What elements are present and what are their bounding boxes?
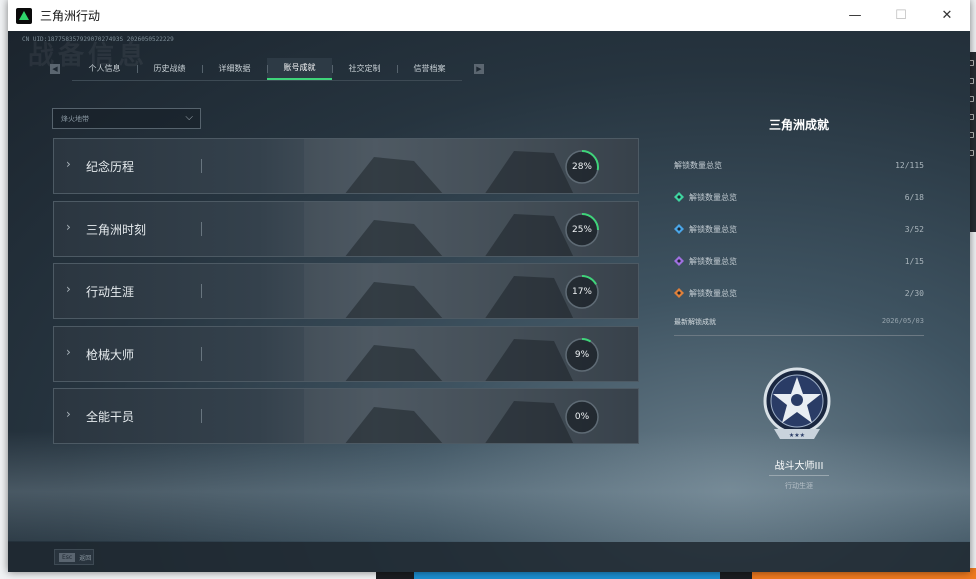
category-percent: 17%: [571, 287, 592, 297]
chevron-right-icon: ›: [66, 219, 71, 234]
window-title: 三角洲行动: [40, 9, 101, 23]
summary-tier-label: 解锁数量总览: [689, 288, 737, 298]
tab-personal-info[interactable]: 个人信息: [72, 58, 137, 80]
summary-tier-row: 解锁数量总览 1/15: [674, 245, 924, 277]
category-percent: 25%: [571, 224, 592, 235]
latest-achievement-header: 最新解锁成就 2026/05/03: [674, 317, 924, 336]
tab-achievements[interactable]: 账号成就: [267, 57, 332, 80]
summary-tier-value: 1/15: [904, 256, 924, 266]
summary-total-label: 解锁数量总览: [674, 160, 722, 170]
back-button[interactable]: Esc 返回: [54, 549, 94, 565]
tab-group: 个人信息 历史战绩 详细数据 账号成就 社交定制 信誉档案: [72, 57, 462, 81]
purple-tier-icon: [674, 256, 684, 266]
achievement-category-list: › 纪念历程 28% › 三角洲时刻 25% › 行动生涯 17% › 枪械大师 9% › 全能干员 0%: [53, 138, 639, 451]
category-separator: [201, 409, 202, 423]
close-button[interactable]: ✕: [924, 0, 970, 31]
mode-dropdown[interactable]: 烽火地带 ⌵: [52, 108, 201, 129]
chevron-right-icon: ›: [66, 407, 71, 421]
medal-badge-icon[interactable]: ★★★: [762, 367, 832, 447]
main-content: 战备信息 CN UID:18775835792907027493S 202605…: [8, 31, 970, 572]
category-separator: [201, 346, 202, 361]
latest-heading: 最新解锁成就: [674, 318, 716, 326]
category-separator: [201, 221, 202, 236]
summary-tier-label: 解锁数量总览: [689, 256, 737, 266]
achievement-category-row[interactable]: › 枪械大师 9%: [53, 325, 639, 382]
category-percent: 9%: [574, 349, 590, 360]
category-name: 枪械大师: [86, 347, 135, 362]
achievement-category-row[interactable]: › 全能干员 0%: [53, 388, 639, 444]
minimize-button[interactable]: —: [832, 0, 878, 31]
title-bar[interactable]: 三角洲行动 — ☐ ✕: [8, 0, 970, 31]
back-label: 返回: [79, 554, 92, 562]
tab-prev-icon[interactable]: ◀: [50, 64, 60, 74]
summary-tier-value: 6/18: [904, 192, 924, 202]
category-percent: 0%: [574, 412, 590, 422]
category-name: 纪念历程: [86, 160, 135, 174]
category-separator: [201, 159, 202, 173]
achievement-category-row[interactable]: › 三角洲时刻 25%: [53, 200, 639, 257]
summary-tier-row: 解锁数量总览 6/18: [674, 181, 924, 213]
achievement-summary-panel: 三角洲成就 解锁数量总览 12/115 解锁数量总览 6/18 解锁数量总览 3/52…: [674, 111, 924, 309]
chevron-right-icon: ›: [66, 157, 71, 171]
category-name: 全能干员: [86, 410, 135, 424]
tab-social[interactable]: 社交定制: [332, 58, 397, 80]
tab-next-icon[interactable]: ▶: [474, 64, 484, 74]
category-name: 行动生涯: [86, 285, 135, 299]
summary-tier-value: 3/52: [904, 224, 924, 234]
svg-text:★★★: ★★★: [789, 432, 805, 439]
latest-achievement-panel: 最新解锁成就 2026/05/03 ★★★ 战斗大师III 行动生涯: [674, 317, 924, 490]
medal-name: 战斗大师III: [774, 461, 824, 472]
maximize-button[interactable]: ☐: [878, 0, 924, 31]
medal-category: 行动生涯: [785, 482, 813, 490]
tab-detailed-data[interactable]: 详细数据: [202, 58, 267, 80]
user-uid: CN UID:18775835792907027493S 20260505222…: [22, 36, 174, 43]
mode-dropdown-value: 烽火地带: [61, 114, 89, 123]
footer-bar: Esc 返回: [8, 542, 970, 572]
chevron-right-icon: ›: [66, 344, 71, 359]
category-percent: 28%: [571, 162, 592, 172]
category-separator: [201, 284, 202, 298]
tab-bar: ◀ 个人信息 历史战绩 详细数据 账号成就 社交定制 信誉档案 ▶: [50, 57, 484, 81]
orange-tier-icon: [674, 288, 684, 298]
esc-key-label: Esc: [59, 552, 76, 562]
summary-total-value: 12/115: [895, 160, 924, 170]
green-tier-icon: [674, 192, 684, 202]
app-logo-icon: [16, 7, 32, 24]
achievement-category-row[interactable]: › 纪念历程 28%: [53, 138, 639, 194]
achievement-category-row[interactable]: › 行动生涯 17%: [53, 263, 639, 319]
summary-tier-row: 解锁数量总览 2/30: [674, 277, 924, 309]
summary-tier-row: 解锁数量总览 3/52: [674, 213, 924, 245]
summary-total-row: 解锁数量总览 12/115: [674, 149, 924, 181]
window-controls: — ☐ ✕: [832, 0, 970, 31]
medal-divider: [769, 475, 829, 476]
category-name: 三角洲时刻: [86, 222, 147, 237]
summary-tier-label: 解锁数量总览: [689, 224, 737, 234]
summary-title: 三角洲成就: [768, 118, 829, 132]
chevron-right-icon: ›: [66, 282, 71, 296]
blue-tier-icon: [674, 224, 684, 234]
tab-reputation[interactable]: 信誉档案: [397, 58, 462, 80]
latest-date: 2026/05/03: [881, 317, 924, 325]
game-window: 三角洲行动 — ☐ ✕ 战备信息 CN UID:1877583579290702…: [8, 0, 970, 572]
tab-history[interactable]: 历史战绩: [137, 58, 202, 80]
chevron-down-icon: ⌵: [185, 112, 193, 123]
summary-tier-label: 解锁数量总览: [689, 192, 737, 202]
summary-tier-value: 2/30: [904, 288, 924, 298]
